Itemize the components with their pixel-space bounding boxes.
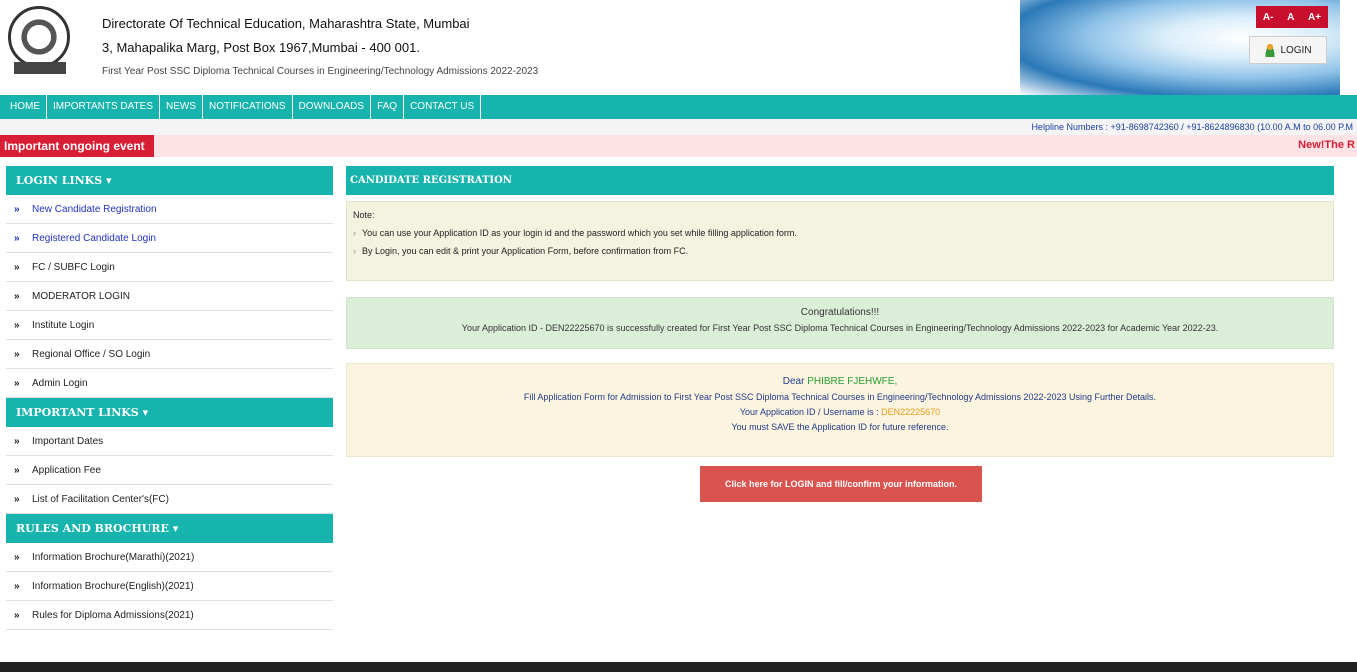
sidebar-item-diploma-rules[interactable]: » Rules for Diploma Admissions(2021)	[6, 601, 333, 630]
rules-brochure-heading[interactable]: RULES AND BROCHURE ▾	[6, 514, 333, 543]
fill-instructions: Fill Application Form for Admission to F…	[523, 392, 1157, 402]
application-id-line: Your Application ID / Username is : DEN2…	[347, 407, 1333, 417]
user-icon	[1264, 43, 1277, 57]
event-marquee[interactable]: New!The R	[1298, 139, 1355, 151]
event-label: Important ongoing event	[0, 135, 154, 157]
dear-prefix: Dear	[782, 376, 805, 387]
sidebar-item-label: Rules for Diploma Admissions(2021)	[32, 610, 194, 621]
chevron-right-icon: ›	[353, 228, 356, 238]
login-label: LOGIN	[1280, 44, 1312, 56]
logo-ribbon	[14, 62, 66, 74]
sidebar-item-facilitation-centers[interactable]: » List of Facilitation Center's(FC)	[6, 485, 333, 514]
congrats-text: Your Application ID - DEN22225670 is suc…	[461, 323, 1219, 333]
sidebar-item-label: Registered Candidate Login	[32, 233, 156, 244]
chevron-right-icon: »	[14, 436, 20, 447]
chevron-right-icon: »	[14, 291, 20, 302]
sidebar-item-label: Information Brochure(Marathi)(2021)	[32, 552, 195, 563]
candidate-registration-heading: CANDIDATE REGISTRATION	[346, 166, 1334, 195]
nav-faq[interactable]: FAQ	[371, 95, 405, 119]
font-normal-button[interactable]: A	[1287, 12, 1294, 23]
main-nav: HOME IMPORTANTS DATES NEWS NOTIFICATIONS…	[0, 95, 1357, 119]
application-detail-box: Dear PHIBRE FJEHWFE, Fill Application Fo…	[346, 363, 1334, 457]
nav-home[interactable]: HOME	[4, 95, 47, 119]
chevron-right-icon: »	[14, 552, 20, 563]
nav-downloads[interactable]: DOWNLOADS	[293, 95, 372, 119]
nav-notifications[interactable]: NOTIFICATIONS	[203, 95, 293, 119]
sidebar-item-fc-login[interactable]: » FC / SUBFC Login	[6, 253, 333, 282]
helpline-numbers: Helpline Numbers : +91-8698742360 / +91-…	[0, 119, 1357, 135]
chevron-right-icon: »	[14, 204, 20, 215]
sidebar-item-moderator-login[interactable]: » MODERATOR LOGIN	[6, 282, 333, 311]
font-increase-button[interactable]: A+	[1308, 12, 1321, 23]
chevron-right-icon: ›	[353, 246, 356, 256]
chevron-right-icon: »	[14, 465, 20, 476]
sidebar-item-brochure-marathi[interactable]: » Information Brochure(Marathi)(2021)	[6, 543, 333, 572]
sidebar-item-label: FC / SUBFC Login	[32, 262, 115, 273]
application-id-value: DEN22225670	[881, 407, 941, 417]
greeting: Dear PHIBRE FJEHWFE,	[347, 376, 1333, 387]
note-text: By Login, you can edit & print your Appl…	[362, 246, 689, 256]
sidebar-item-label: MODERATOR LOGIN	[32, 291, 130, 302]
application-id-label: Your Application ID / Username is :	[739, 407, 879, 417]
chevron-right-icon: »	[14, 262, 20, 273]
chevron-right-icon: »	[14, 494, 20, 505]
sidebar-item-regional-office-login[interactable]: » Regional Office / SO Login	[6, 340, 333, 369]
sidebar-item-label: Information Brochure(English)(2021)	[32, 581, 194, 592]
note-title: Note:	[353, 210, 375, 220]
sidebar-item-label: New Candidate Registration	[32, 204, 157, 215]
note-line: › By Login, you can edit & print your App…	[353, 246, 1327, 256]
login-fill-button[interactable]: Click here for LOGIN and fill/confirm yo…	[700, 466, 982, 502]
chevron-right-icon: »	[14, 581, 20, 592]
sidebar-item-label: Important Dates	[32, 436, 104, 447]
event-bar: Important ongoing event New!The R	[0, 135, 1357, 157]
candidate-name: PHIBRE FJEHWFE,	[807, 376, 898, 387]
header-subtitle: First Year Post SSC Diploma Technical Co…	[102, 66, 539, 77]
sidebar-item-label: Admin Login	[32, 378, 88, 389]
header-title: Directorate Of Technical Education, Maha…	[102, 16, 470, 31]
sidebar: LOGIN LINKS ▾ » New Candidate Registratio…	[6, 166, 333, 630]
congrats-title: Congratulations!!!	[800, 307, 880, 318]
chevron-right-icon: »	[14, 233, 20, 244]
main-content: CANDIDATE REGISTRATION Note: › You can us…	[346, 166, 1334, 502]
note-line: › You can use your Application ID as your…	[353, 228, 1327, 238]
sidebar-item-label: List of Facilitation Center's(FC)	[32, 494, 169, 505]
chevron-right-icon: »	[14, 320, 20, 331]
header-address: 3, Mahapalika Marg, Post Box 1967,Mumbai…	[102, 40, 420, 55]
sidebar-item-important-dates[interactable]: » Important Dates	[6, 427, 333, 456]
note-text: You can use your Application ID as your …	[362, 228, 797, 238]
sidebar-item-registered-candidate-login[interactable]: » Registered Candidate Login	[6, 224, 333, 253]
important-links-heading[interactable]: IMPORTANT LINKS ▾	[6, 398, 333, 427]
footer-bar	[0, 662, 1357, 672]
note-box: Note: › You can use your Application ID a…	[346, 201, 1334, 281]
sidebar-item-institute-login[interactable]: » Institute Login	[6, 311, 333, 340]
nav-contact-us[interactable]: CONTACT US	[404, 95, 482, 119]
success-alert: Congratulations!!! Your Application ID -…	[346, 297, 1334, 349]
site-header: Directorate Of Technical Education, Maha…	[0, 0, 1357, 95]
sidebar-item-admin-login[interactable]: » Admin Login	[6, 369, 333, 398]
save-note: You must SAVE the Application ID for fut…	[731, 422, 949, 432]
chevron-right-icon: »	[14, 610, 20, 621]
chevron-right-icon: »	[14, 349, 20, 360]
login-links-heading[interactable]: LOGIN LINKS ▾	[6, 166, 333, 195]
chevron-right-icon: »	[14, 378, 20, 389]
nav-important-dates[interactable]: IMPORTANTS DATES	[47, 95, 161, 119]
login-button[interactable]: LOGIN	[1249, 36, 1327, 64]
nav-news[interactable]: NEWS	[160, 95, 204, 119]
font-size-controls: A- A A+	[1256, 6, 1328, 28]
sidebar-item-new-candidate-registration[interactable]: » New Candidate Registration	[6, 195, 333, 224]
sidebar-item-brochure-english[interactable]: » Information Brochure(English)(2021)	[6, 572, 333, 601]
sidebar-item-application-fee[interactable]: » Application Fee	[6, 456, 333, 485]
sidebar-item-label: Institute Login	[32, 320, 95, 331]
sidebar-item-label: Application Fee	[32, 465, 101, 476]
dte-logo	[8, 6, 70, 68]
font-decrease-button[interactable]: A-	[1263, 12, 1274, 23]
sidebar-item-label: Regional Office / SO Login	[32, 349, 151, 360]
